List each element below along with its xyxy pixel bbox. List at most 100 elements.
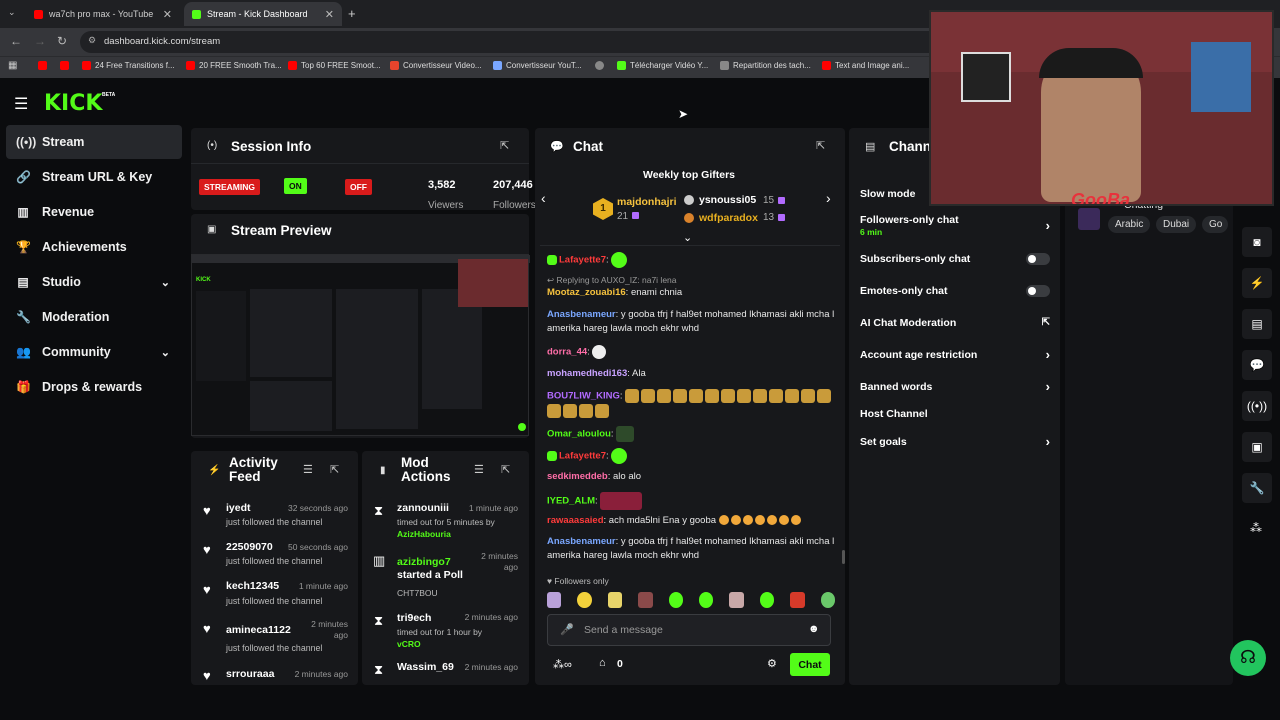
mod-by-user[interactable]: AzizHabouria [397, 529, 451, 539]
camera-icon[interactable]: ◙ [1242, 227, 1272, 257]
chevron-right-icon[interactable]: › [826, 190, 831, 206]
chevron-down-icon[interactable]: ⌄ [161, 276, 170, 289]
broadcast-icon[interactable]: ((•)) [1242, 391, 1272, 421]
emote-icon[interactable] [820, 592, 836, 608]
store-icon[interactable]: ⌂ [599, 657, 606, 669]
support-headset-icon[interactable]: ☊ [1230, 640, 1266, 676]
share-icon[interactable]: ⁂ [1250, 521, 1262, 535]
gifter-name[interactable]: ysnoussi05 [699, 194, 756, 206]
gifter-name[interactable]: majdonhajri [617, 196, 677, 208]
chat-username[interactable]: Anasbenameur [547, 536, 616, 547]
account-age-setting[interactable]: Account age restriction › [860, 347, 1050, 362]
mod-target-user[interactable]: Wassim_69 [397, 661, 454, 673]
bookmark-item[interactable]: Télécharger Vidéo Y... [617, 61, 708, 70]
tag-chip[interactable]: Go [1202, 216, 1228, 233]
mod-target-user[interactable]: zannouniii [397, 502, 449, 514]
microphone-icon[interactable]: 🎤 [560, 623, 574, 636]
emote-icon[interactable] [759, 592, 775, 608]
category-thumbnail[interactable] [1078, 208, 1100, 230]
host-channel-setting[interactable]: Host Channel [860, 408, 1050, 420]
chat-username[interactable]: IYED_ALM [547, 496, 595, 507]
url-field[interactable]: ⚙ dashboard.kick.com/stream [80, 31, 940, 53]
ai-moderation-setting[interactable]: AI Chat Moderation ⇱ [860, 317, 1050, 329]
followers-only-setting[interactable]: Followers-only chat 6 min › [860, 214, 1050, 238]
document-icon[interactable]: ▤ [1242, 309, 1272, 339]
chat-username[interactable]: dorra_44 [547, 347, 587, 358]
feed-user[interactable]: amineca1122 [226, 624, 291, 636]
bookmark-item[interactable]: Convertisseur Video... [390, 61, 482, 70]
sidebar-item-studio[interactable]: ▤ Studio ⌄ [6, 265, 182, 299]
emote-icon[interactable] [547, 592, 562, 608]
stream-preview-video[interactable]: KICK [191, 254, 530, 436]
close-icon[interactable]: ✕ [163, 8, 172, 21]
sidebar-item-stream-url-key[interactable]: 🔗 Stream URL & Key [6, 160, 182, 194]
emotes-only-setting[interactable]: Emotes-only chat [860, 285, 1050, 297]
feed-user[interactable]: srrouraaa [226, 668, 274, 680]
lightning-icon[interactable]: ⚡ [1242, 268, 1272, 298]
tag-chip[interactable]: Arabic [1108, 216, 1151, 233]
popout-icon[interactable]: ⇱ [330, 463, 339, 476]
mod-target-user[interactable]: tri9ech [397, 612, 431, 624]
emoji-icon[interactable]: ☻ [808, 623, 820, 635]
filter-icon[interactable]: ☰ [303, 463, 313, 476]
external-link-icon[interactable]: ⇱ [1042, 317, 1050, 328]
chat-username[interactable]: BOU7LIW_KING [547, 391, 620, 402]
chevron-right-icon[interactable]: › [1046, 347, 1050, 362]
emote-icon[interactable] [668, 592, 684, 608]
chevron-down-icon[interactable]: ⌄ [161, 346, 170, 359]
gifter-name[interactable]: wdfparadox [699, 212, 758, 224]
tag-chip[interactable]: Dubai [1156, 216, 1197, 233]
chat-username[interactable]: Mootaz_zouabi16 [547, 287, 626, 298]
forward-icon[interactable]: → [34, 34, 46, 48]
mod-by-user[interactable]: vCRO [397, 639, 421, 649]
chevron-right-icon[interactable]: › [1046, 218, 1050, 233]
emote-icon[interactable] [790, 592, 805, 608]
popout-icon[interactable]: ⇱ [500, 139, 509, 152]
points-icon[interactable]: ⁂∞ [553, 658, 572, 671]
subscribers-only-toggle[interactable] [1026, 253, 1050, 265]
subscribers-only-setting[interactable]: Subscribers-only chat [860, 253, 1050, 265]
bookmark-item[interactable]: Text and Image ani... [822, 61, 909, 70]
chevron-right-icon[interactable]: › [1046, 434, 1050, 449]
back-icon[interactable]: ← [10, 34, 22, 48]
bookmark-item[interactable]: Top 60 FREE Smoot... [288, 61, 381, 70]
site-info-icon[interactable]: ⚙ [88, 35, 96, 46]
sidebar-item-moderation[interactable]: 🔧 Moderation [6, 300, 182, 334]
emote-icon[interactable] [699, 592, 714, 608]
sidebar-item-revenue[interactable]: ▥ Revenue [6, 195, 182, 229]
tab-kick[interactable]: Stream - Kick Dashboard ✕ [184, 2, 342, 26]
feed-user[interactable]: 22509070 [226, 541, 273, 553]
set-goals-setting[interactable]: Set goals › [860, 434, 1050, 449]
sidebar-item-stream[interactable]: ((•)) Stream [6, 125, 182, 159]
hamburger-menu-icon[interactable]: ☰ [14, 94, 28, 114]
mod-shield-icon[interactable]: ▣ [1242, 432, 1272, 462]
bookmark-item[interactable]: Convertisseur YouT... [493, 61, 582, 70]
gear-icon[interactable]: ⚙ [767, 657, 777, 670]
emote-icon[interactable] [607, 592, 623, 608]
bookmark-youtube-1[interactable] [38, 61, 47, 70]
popout-icon[interactable]: ⇱ [501, 463, 510, 476]
chat-username[interactable]: Lafayette7 [559, 255, 606, 266]
kick-logo[interactable]: KICK [44, 91, 102, 116]
tab-youtube[interactable]: wa7ch pro max - YouTube ✕ [26, 2, 180, 26]
mod-target-user[interactable]: azizbingo7 [397, 556, 451, 568]
sidebar-item-achievements[interactable]: 🏆 Achievements [6, 230, 182, 264]
sidebar-item-drops-rewards[interactable]: 🎁 Drops & rewards [6, 370, 182, 404]
bookmark-globe[interactable] [595, 61, 604, 70]
new-tab-icon[interactable]: + [348, 6, 356, 21]
bookmark-item[interactable]: 24 Free Transitions f... [82, 61, 175, 70]
chat-username[interactable]: mohamedhedi163 [547, 368, 627, 379]
reload-icon[interactable]: ↻ [57, 34, 67, 48]
chat-scrollbar[interactable] [842, 550, 845, 564]
collapse-icon[interactable]: ⌄ [683, 231, 692, 244]
popout-icon[interactable]: ⇱ [816, 139, 825, 152]
filter-icon[interactable]: ☰ [474, 463, 484, 476]
chat-username[interactable]: sedkimeddeb [547, 471, 608, 482]
emote-icon[interactable] [638, 592, 653, 608]
banned-words-setting[interactable]: Banned words › [860, 379, 1050, 394]
chevron-left-icon[interactable]: ‹ [541, 190, 546, 206]
chat-input[interactable]: 🎤 Send a message ☻ [547, 614, 831, 646]
emotes-only-toggle[interactable] [1026, 285, 1050, 297]
bookmark-item[interactable]: Repartition des tach... [720, 61, 811, 70]
bookmark-youtube-2[interactable] [60, 61, 69, 70]
